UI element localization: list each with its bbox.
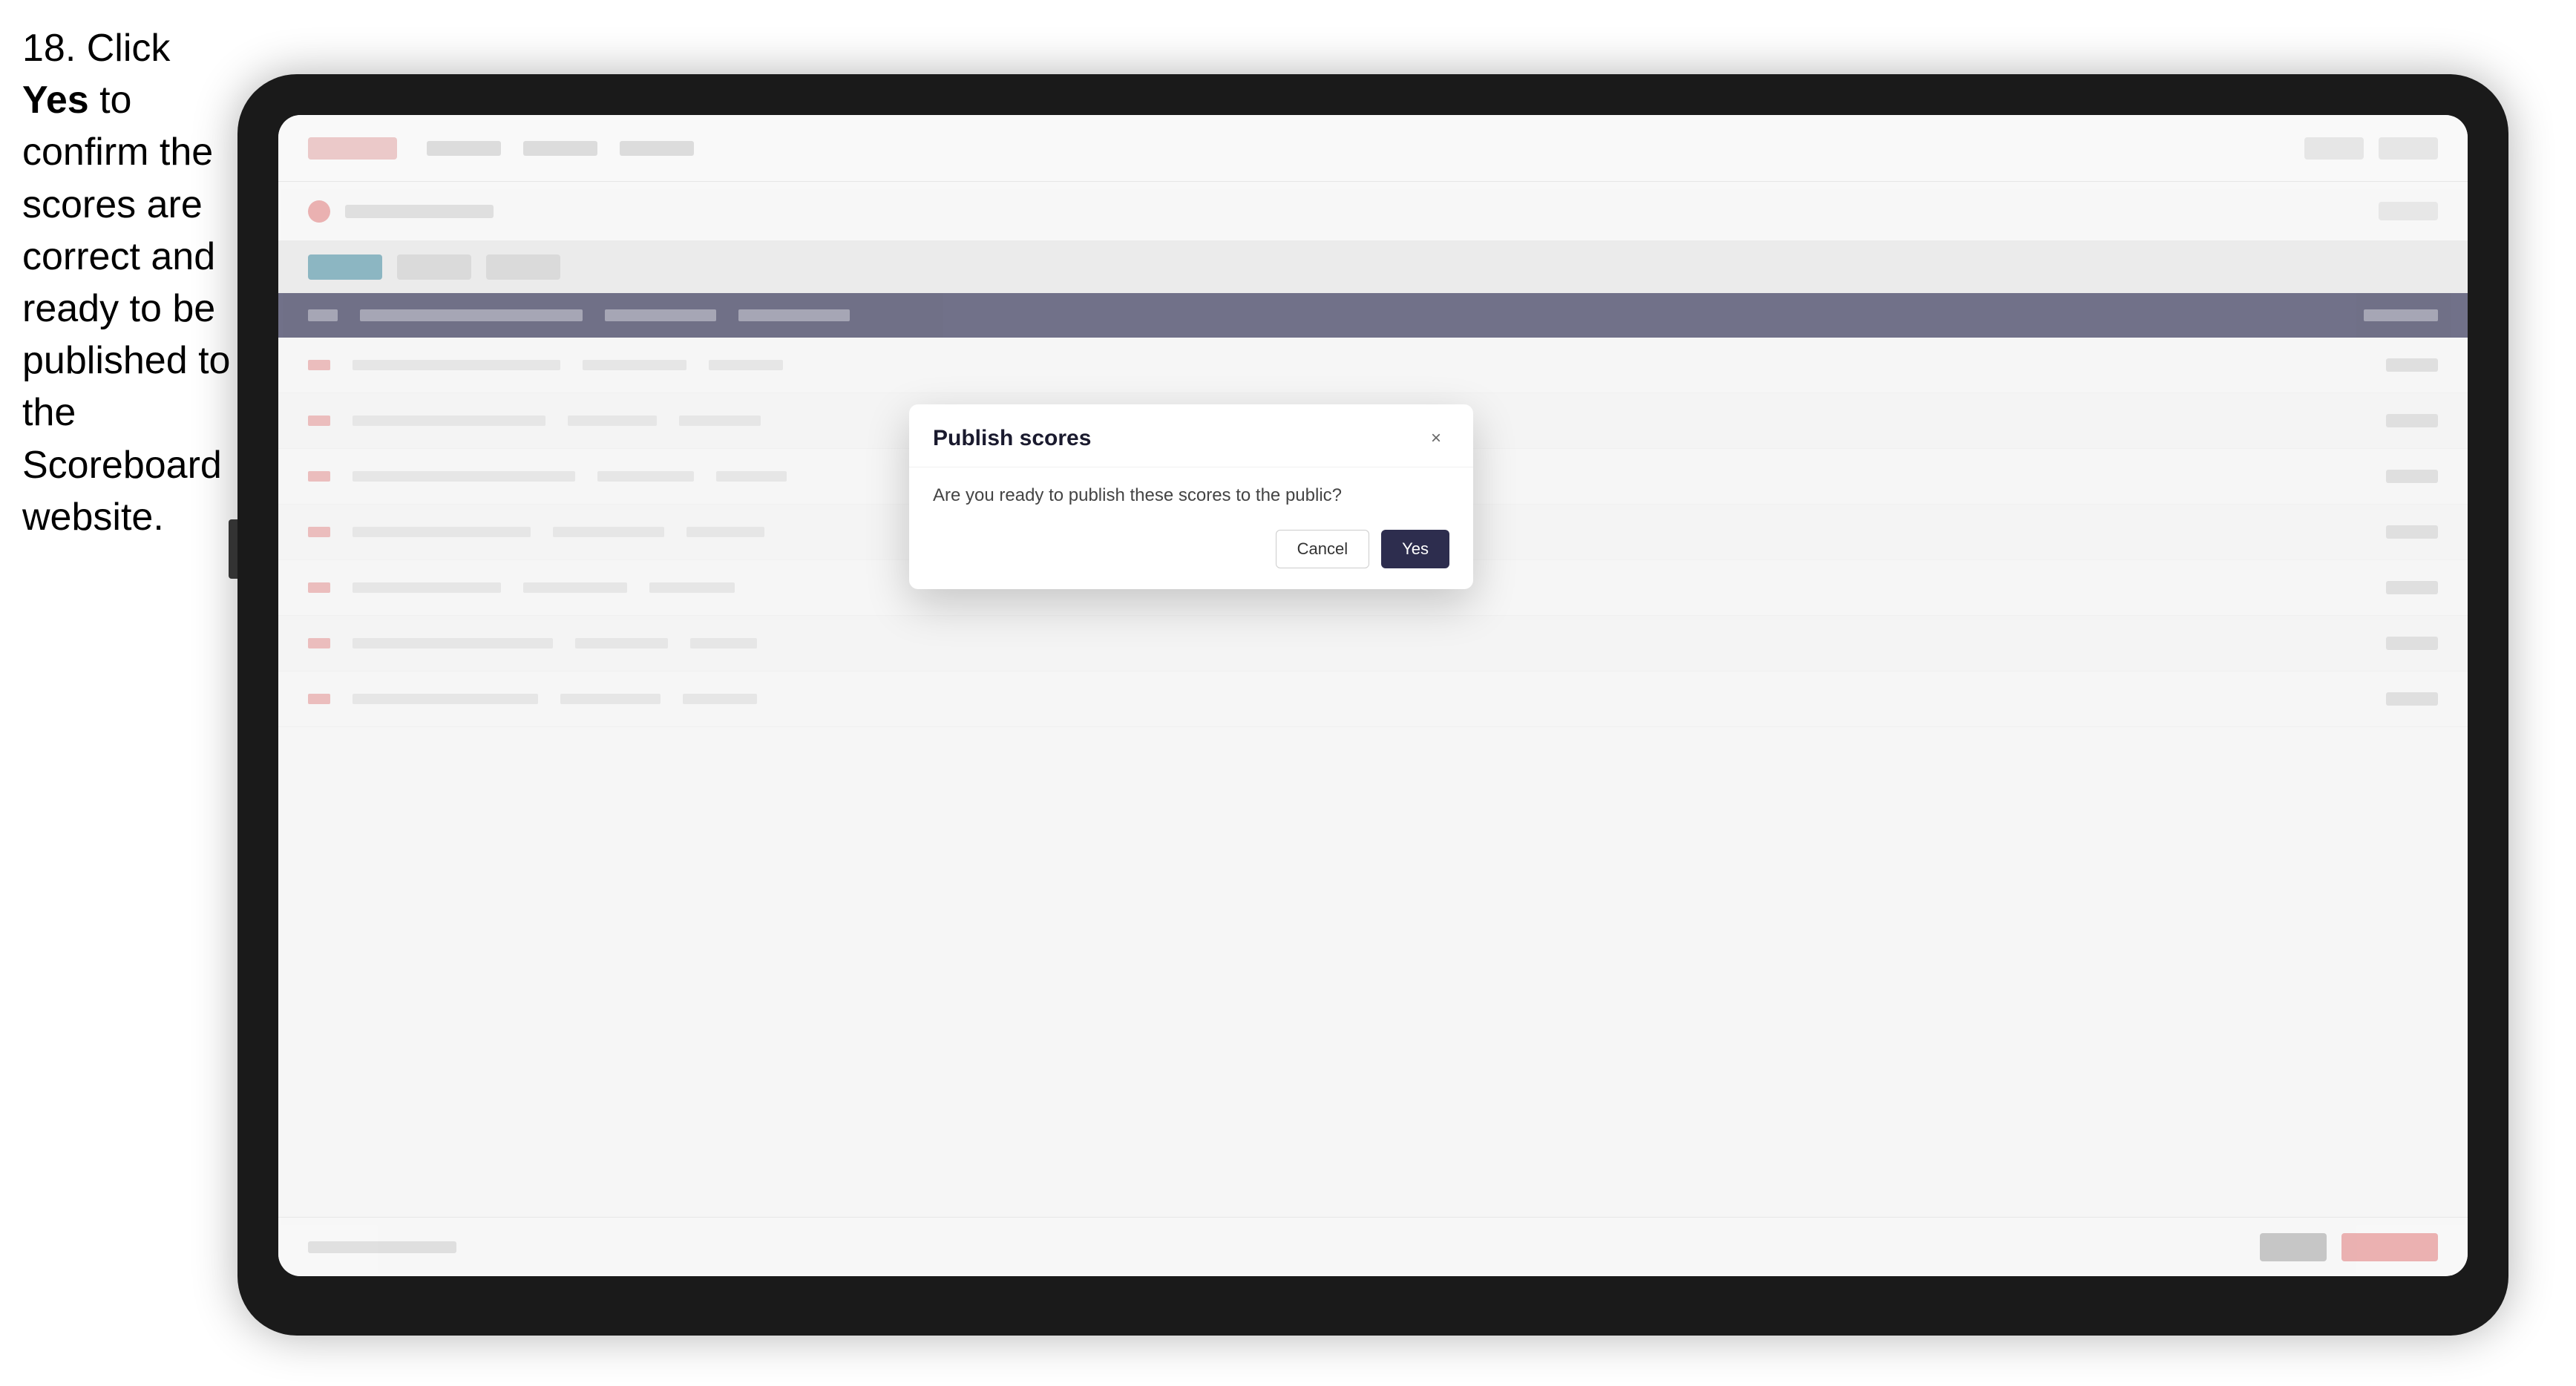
td-score xyxy=(2386,692,2438,706)
td-col3 xyxy=(716,471,787,482)
td-col2 xyxy=(523,582,627,593)
modal-message: Are you ready to publish these scores to… xyxy=(933,485,1449,506)
nav-logo xyxy=(308,137,397,160)
td-col2 xyxy=(560,694,661,704)
td-col3 xyxy=(690,638,757,648)
td-name xyxy=(353,638,553,648)
nav-links xyxy=(427,141,694,156)
td-col2 xyxy=(597,471,694,482)
instruction-text: 18. Click Yes to confirm the scores are … xyxy=(22,22,237,543)
top-nav xyxy=(278,115,2468,182)
td-col3 xyxy=(649,582,735,593)
td-col2 xyxy=(553,527,664,537)
td-rank xyxy=(308,527,330,537)
td-rank xyxy=(308,416,330,426)
td-rank xyxy=(308,694,330,704)
td-score xyxy=(2386,525,2438,539)
td-rank xyxy=(308,638,330,648)
th-score xyxy=(2364,309,2438,321)
sub-header xyxy=(278,182,2468,241)
table-header xyxy=(278,293,2468,338)
td-name xyxy=(353,582,501,593)
th-name xyxy=(360,309,583,321)
table-row xyxy=(278,338,2468,393)
bottom-bar-text xyxy=(308,1241,456,1253)
nav-link-2 xyxy=(523,141,597,156)
yes-button[interactable]: Yes xyxy=(1381,530,1449,568)
modal-title: Publish scores xyxy=(933,426,1091,451)
td-score xyxy=(2386,637,2438,650)
table-row xyxy=(278,671,2468,727)
td-col2 xyxy=(575,638,668,648)
nav-link-3 xyxy=(620,141,694,156)
publish-button-bg xyxy=(2341,1233,2438,1261)
modal-header: Publish scores × xyxy=(909,404,1473,467)
bottom-bar-actions xyxy=(2260,1233,2438,1261)
cancel-button[interactable]: Cancel xyxy=(1276,530,1369,568)
modal-body: Are you ready to publish these scores to… xyxy=(909,467,1473,589)
instruction-after-bold: to confirm the scores are correct and re… xyxy=(22,79,230,539)
td-col2 xyxy=(568,416,657,426)
td-col3 xyxy=(709,360,783,370)
nav-link-1 xyxy=(427,141,501,156)
tablet-screen: Publish scores × Are you ready to publis… xyxy=(278,115,2468,1276)
td-name xyxy=(353,527,531,537)
bottom-bar xyxy=(278,1217,2468,1276)
th-col2 xyxy=(605,309,716,321)
instruction-bold: Yes xyxy=(22,79,89,122)
nav-btn-1 xyxy=(2304,137,2364,160)
sub-header-icon xyxy=(308,200,330,223)
step-number: 18. xyxy=(22,27,76,70)
td-col2 xyxy=(583,360,686,370)
td-score xyxy=(2386,414,2438,427)
tablet-frame: Publish scores × Are you ready to publis… xyxy=(237,74,2508,1336)
td-col3 xyxy=(679,416,761,426)
td-name xyxy=(353,471,575,482)
td-score xyxy=(2386,358,2438,372)
nav-btn-2 xyxy=(2379,137,2438,160)
table-row xyxy=(278,616,2468,671)
td-name xyxy=(353,360,560,370)
nav-right xyxy=(2304,137,2438,160)
publish-scores-modal: Publish scores × Are you ready to publis… xyxy=(909,404,1473,589)
toolbar xyxy=(278,241,2468,293)
sub-header-text xyxy=(345,205,494,218)
td-rank xyxy=(308,360,330,370)
toolbar-btn-1 xyxy=(397,254,471,280)
th-col3 xyxy=(738,309,850,321)
back-button-bg xyxy=(2260,1233,2327,1261)
instruction-before-bold: Click xyxy=(76,27,170,70)
toolbar-btn-2 xyxy=(486,254,560,280)
toolbar-btn-active xyxy=(308,254,382,280)
td-name xyxy=(353,694,538,704)
modal-close-button[interactable]: × xyxy=(1423,425,1449,452)
td-col3 xyxy=(686,527,764,537)
td-col3 xyxy=(683,694,757,704)
modal-actions: Cancel Yes xyxy=(933,530,1449,568)
td-name xyxy=(353,416,545,426)
td-rank xyxy=(308,582,330,593)
th-rank xyxy=(308,309,338,321)
sub-header-right-btn xyxy=(2379,202,2438,220)
td-rank xyxy=(308,471,330,482)
td-score xyxy=(2386,581,2438,594)
td-score xyxy=(2386,470,2438,483)
